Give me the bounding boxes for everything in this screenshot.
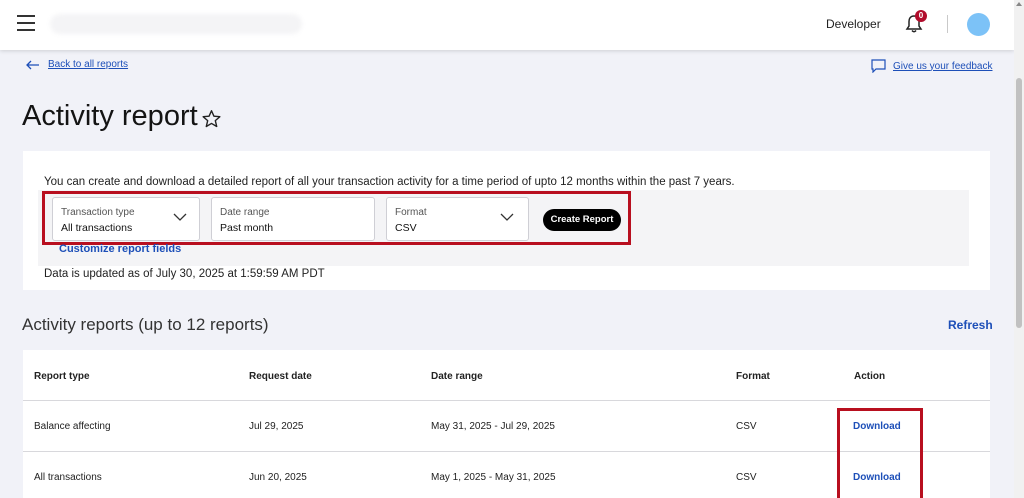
cell-report-type: Balance affecting [34,421,111,432]
avatar[interactable] [967,13,990,36]
cell-report-type: All transactions [34,472,102,483]
feedback-link-label: Give us your feedback [893,60,993,72]
cell-request-date: Jun 20, 2025 [249,472,307,483]
menu-icon[interactable] [17,15,35,31]
column-header-request-date: Request date [249,371,312,382]
scroll-thumb[interactable] [1016,78,1022,328]
customize-report-fields-link[interactable]: Customize report fields [59,243,181,255]
highlight-box [42,191,631,245]
header-divider [947,15,948,33]
chat-bubble-icon [871,59,886,73]
column-header-action: Action [854,371,886,382]
arrow-left-icon [26,60,39,69]
cell-format: CSV [736,472,757,483]
page-title: Activity report [22,100,198,132]
scrollbar[interactable] [1014,0,1024,498]
cell-date-range: May 31, 2025 - Jul 29, 2025 [431,421,555,432]
cell-date-range: May 1, 2025 - May 31, 2025 [431,472,556,483]
refresh-button[interactable]: Refresh [948,318,993,332]
notification-badge: 0 [915,10,927,22]
column-header-format: Format [736,371,770,382]
cell-request-date: Jul 29, 2025 [249,421,304,432]
row-divider [23,400,990,401]
column-header-date-range: Date range [431,371,483,382]
back-to-reports-link[interactable]: Back to all reports [26,59,128,70]
filter-description: You can create and download a detailed r… [44,176,735,188]
developer-link[interactable]: Developer [826,17,881,31]
star-icon[interactable] [201,109,222,129]
data-updated-text: Data is updated as of July 30, 2025 at 1… [44,268,325,280]
cell-format: CSV [736,421,757,432]
scroll-up-arrow-icon[interactable] [1016,2,1022,6]
column-header-report-type: Report type [34,371,90,382]
feedback-link[interactable]: Give us your feedback [871,59,993,73]
back-link-label: Back to all reports [48,59,129,70]
reports-section-title: Activity reports (up to 12 reports) [22,315,269,334]
highlight-box [837,408,923,498]
report-filter-card: You can create and download a detailed r… [23,151,990,290]
top-header: Developer 0 [0,0,1014,50]
brand-logo-redacted [50,14,302,34]
